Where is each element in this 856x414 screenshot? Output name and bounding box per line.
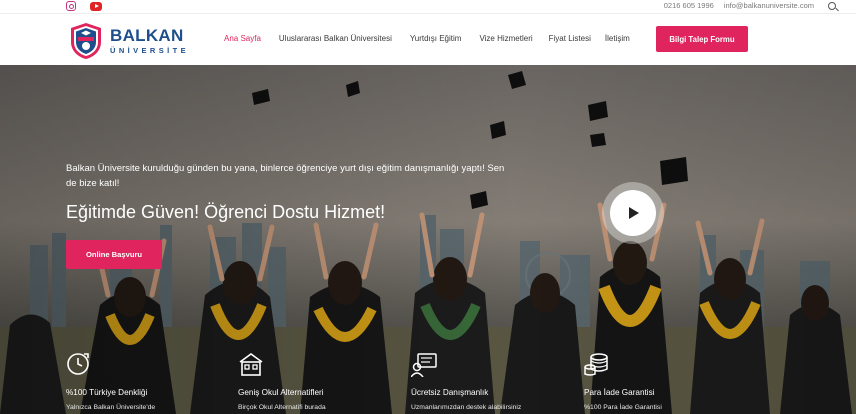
feature-description: Yalnızca Balkan Üniversite'de — [66, 404, 156, 411]
consulting-chat-icon — [410, 353, 437, 378]
video-play-button[interactable] — [602, 182, 664, 244]
nav-item-study-abroad[interactable]: Yurtdışı Eğitim — [410, 34, 462, 43]
feature-list: %100 Türkiye Denkliği Yalnızca Balkan Ün… — [0, 351, 856, 414]
hero-section: Balkan Üniversite kurulduğu günden bu ya… — [0, 65, 856, 414]
feature-item: %100 Türkiye Denkliği Yalnızca Balkan Ün… — [66, 351, 236, 411]
feature-description: Birçok Okul Alternatifi burada — [238, 404, 326, 411]
nav-item-contact[interactable]: İletişim — [605, 34, 630, 43]
feature-title: Para İade Garantisi — [584, 388, 655, 397]
info-request-button[interactable]: Bilgi Talep Formu — [656, 26, 748, 52]
youtube-icon[interactable] — [90, 2, 102, 11]
clock-check-icon — [67, 353, 89, 375]
feature-title: %100 Türkiye Denkliği — [66, 388, 148, 397]
feature-item: Geniş Okul Alternatifleri Birçok Okul Al… — [238, 351, 408, 411]
hero-headline: Eğitimde Güven! Öğrenci Dostu Hizmet! — [66, 202, 386, 222]
feature-description: %100 Para İade Garantisi — [584, 404, 662, 411]
feature-title: Ücretsiz Danışmanlık — [411, 388, 489, 397]
school-building-icon — [239, 353, 263, 376]
search-icon[interactable] — [828, 1, 836, 10]
play-icon[interactable] — [610, 190, 656, 236]
contact-info: 0216 605 1996 info@balkanuniversite.com — [664, 1, 836, 10]
social-links — [66, 1, 102, 11]
feature-title: Geniş Okul Alternatifleri — [238, 388, 324, 397]
logo-text-primary: BALKAN — [110, 26, 184, 46]
hero-tagline: Balkan Üniversite kurulduğu günden bu ya… — [66, 163, 505, 189]
online-apply-button[interactable]: Online Başvuru — [66, 240, 162, 269]
logo-text-secondary: ÜNİVERSİTE — [110, 46, 190, 56]
nav-item-international-balkan-university[interactable]: Uluslararası Balkan Üniversitesi — [279, 34, 392, 43]
logo[interactable]: BALKAN ÜNİVERSİTE — [68, 22, 189, 60]
nav-item-price-list[interactable]: Fiyat Listesi — [549, 34, 591, 43]
coins-icon — [584, 353, 608, 376]
email-address[interactable]: info@balkanuniversite.com — [724, 1, 814, 10]
feature-item: Para İade Garantisi %100 Para İade Garan… — [584, 351, 754, 411]
phone-number[interactable]: 0216 605 1996 — [664, 1, 714, 10]
instagram-icon[interactable] — [66, 1, 76, 11]
feature-item: Ücretsiz Danışmanlık Uzmanlarımızdan des… — [410, 351, 581, 411]
nav-item-visa-services[interactable]: Vize Hizmetleri — [479, 34, 532, 43]
feature-description: Uzmanlarımızdan destek alabilirsiniz — [411, 404, 522, 411]
nav-item-home[interactable]: Ana Sayfa — [224, 34, 261, 43]
top-bar: 0216 605 1996 info@balkanuniversite.com — [0, 0, 856, 13]
main-nav: Ana Sayfa Uluslararası Balkan Üniversite… — [224, 34, 630, 43]
logo-crest-icon — [71, 23, 101, 59]
site-header: BALKAN ÜNİVERSİTE Ana Sayfa Uluslararası… — [0, 13, 856, 65]
